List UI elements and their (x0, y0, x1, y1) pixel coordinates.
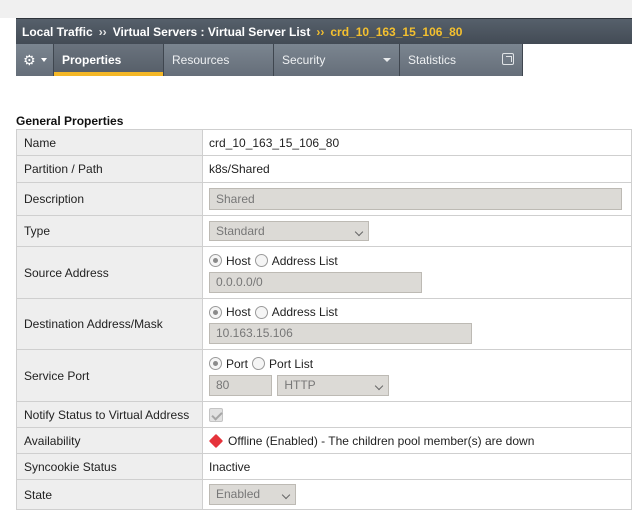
type-select[interactable]: Standard (209, 221, 369, 241)
tab-resources[interactable]: Resources (164, 44, 274, 76)
protocol-select[interactable]: HTTP (277, 374, 390, 396)
radio-label: Port List (269, 356, 314, 371)
table-row: Notify Status to Virtual Address (16, 401, 632, 428)
chevron-down-icon (375, 381, 384, 390)
service-port-input[interactable]: 80 (209, 374, 272, 396)
tab-properties[interactable]: Properties (54, 44, 164, 76)
table-row: Source Address Host Address List 0.0.0.0… (16, 246, 632, 299)
type-selected-value: Standard (216, 224, 265, 238)
radio-label: Host (226, 305, 251, 319)
properties-table: Name crd_10_163_15_106_80 Partition / Pa… (16, 129, 632, 510)
syncookie-value: Inactive (202, 453, 632, 480)
row-label: Source Address (16, 246, 203, 299)
partition-value: k8s/Shared (202, 155, 632, 183)
chevron-down-icon (354, 227, 364, 237)
tab-security[interactable]: Security (274, 44, 400, 76)
name-value: crd_10_163_15_106_80 (202, 129, 632, 156)
state-selected-value: Enabled (216, 487, 261, 501)
row-label: Partition / Path (16, 155, 203, 183)
red-diamond-icon (208, 434, 224, 449)
tab-statistics[interactable]: Statistics (400, 44, 523, 76)
table-row: Type Standard (16, 215, 632, 247)
chevron-down-icon (281, 490, 291, 500)
breadcrumb-path[interactable]: Virtual Servers : Virtual Server List (113, 25, 311, 39)
protocol-selected-value: HTTP (284, 377, 316, 392)
popout-icon[interactable] (502, 53, 514, 65)
tab-bar: ⚙ Properties Resources Security Statisti… (16, 44, 523, 76)
row-label: Notify Status to Virtual Address (16, 401, 203, 428)
row-label: Name (16, 129, 203, 156)
notify-status-checkbox[interactable] (209, 407, 223, 422)
breadcrumb-separator: ›› (316, 24, 325, 39)
source-address-list-radio[interactable] (254, 254, 268, 267)
row-label: Service Port (16, 349, 203, 402)
chevron-down-icon (383, 58, 391, 62)
section-title: General Properties (16, 114, 124, 128)
destination-address-list-radio[interactable] (254, 305, 268, 319)
table-row: Description Shared (16, 182, 632, 216)
tab-label: Properties (62, 53, 122, 67)
service-port-radio[interactable] (209, 357, 222, 370)
row-label: Availability (16, 427, 203, 454)
gear-menu-button[interactable]: ⚙ (16, 44, 54, 76)
availability-value: Offline (Enabled) - The children pool me… (228, 433, 535, 448)
description-input[interactable]: Shared (209, 188, 622, 210)
table-row: Partition / Path k8s/Shared (16, 155, 632, 183)
row-label: Syncookie Status (16, 453, 203, 480)
chevron-down-icon (40, 58, 47, 62)
table-row: Availability Offline (Enabled) - The chi… (16, 427, 632, 454)
row-label: State (16, 479, 203, 510)
table-row: Destination Address/Mask Host Address Li… (16, 298, 632, 350)
source-host-radio[interactable] (209, 254, 222, 267)
row-label: Destination Address/Mask (16, 298, 203, 350)
gear-icon: ⚙ (23, 52, 36, 68)
tab-label: Security (282, 53, 326, 67)
destination-host-radio[interactable] (209, 305, 222, 319)
table-row: Service Port Port Port List 80 HTTP (16, 349, 632, 402)
source-address-input[interactable]: 0.0.0.0/0 (209, 271, 422, 293)
row-label: Type (16, 215, 203, 247)
tab-label: Resources (172, 53, 230, 67)
breadcrumb: Local Traffic ›› Virtual Servers : Virtu… (16, 18, 632, 44)
state-select[interactable]: Enabled (209, 484, 296, 505)
radio-label: Port (226, 356, 249, 371)
destination-address-input[interactable]: 10.163.15.106 (209, 323, 472, 344)
tab-label: Statistics (408, 53, 457, 67)
radio-label: Host (226, 253, 251, 268)
table-row: Syncookie Status Inactive (16, 453, 632, 480)
breadcrumb-separator: ›› (98, 24, 107, 39)
top-strip (0, 0, 632, 18)
table-row: State Enabled (16, 479, 632, 510)
radio-label: Address List (271, 253, 338, 268)
breadcrumb-current: crd_10_163_15_106_80 (330, 24, 463, 39)
radio-label: Address List (271, 305, 338, 319)
table-row: Name crd_10_163_15_106_80 (16, 129, 632, 156)
service-port-list-radio[interactable] (252, 357, 266, 370)
row-label: Description (16, 182, 203, 216)
breadcrumb-section[interactable]: Local Traffic (22, 25, 93, 39)
